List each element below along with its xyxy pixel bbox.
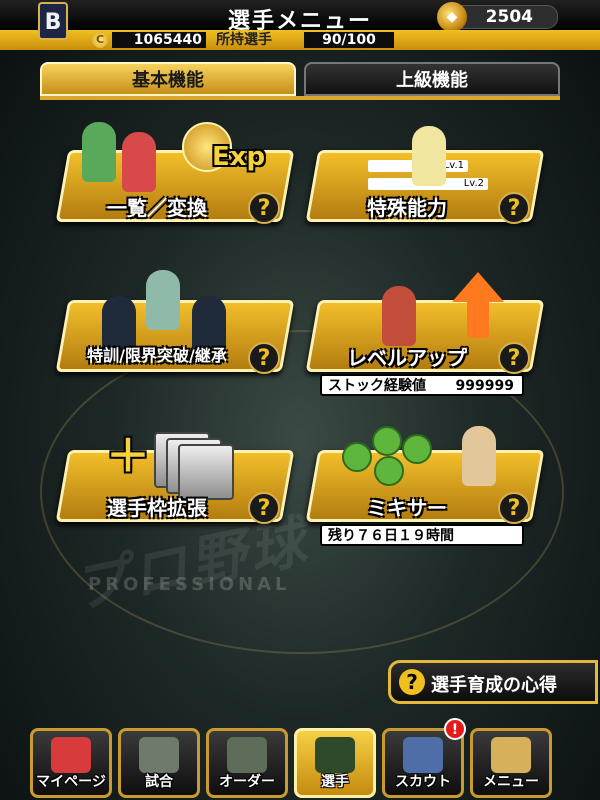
mixer-remaining-time: 残り７６日１９時間 [320, 524, 524, 546]
mixer-ball-icon [342, 442, 372, 472]
nav-label: スカウト [395, 774, 451, 790]
card-label: 特殊能力 [367, 196, 447, 220]
help-button[interactable]: ? [248, 492, 280, 524]
nav-label: 選手 [321, 774, 349, 790]
tab-underline [40, 96, 560, 100]
pitcher-figure [122, 132, 156, 192]
mypage-icon [51, 737, 91, 773]
nav-label: 試合 [145, 774, 173, 790]
nav-label: メニュー [483, 774, 539, 790]
pitcher-figure [412, 126, 446, 186]
training-guide-button[interactable]: ? 選手育成の心得 [388, 660, 598, 704]
nav-game[interactable]: 試合 [118, 728, 200, 798]
top-bar: 選手メニュー ◆ 2504 [0, 0, 600, 34]
guide-label: 選手育成の心得 [431, 675, 557, 696]
up-arrow-stem [467, 302, 489, 338]
player-figure [146, 270, 180, 330]
batter-figure [462, 426, 496, 486]
nav-mypage[interactable]: マイページ [30, 728, 112, 798]
batter-figure [82, 122, 116, 182]
card-label: ミキサー [367, 496, 447, 520]
help-button[interactable]: ? [498, 192, 530, 224]
coin-count: 1065440 [112, 32, 206, 48]
mixer-card[interactable]: ミキサー ? 残り７６日１９時間 [305, 412, 545, 546]
help-button[interactable]: ? [248, 192, 280, 224]
help-button[interactable]: ? [498, 492, 530, 524]
player-icon [315, 737, 355, 773]
nav-players[interactable]: 選手 [294, 728, 376, 798]
plus-icon: ＋ [106, 431, 150, 482]
gem-counter[interactable]: ◆ 2504 [437, 2, 558, 32]
menu-icon [491, 737, 531, 773]
stadium-icon [139, 737, 179, 773]
question-icon: ? [399, 669, 425, 695]
exp-label: Exp [212, 142, 266, 172]
mixer-ball-icon [372, 426, 402, 456]
owned-players-count: 90/100 [304, 32, 394, 48]
nav-label: マイページ [36, 774, 106, 790]
card-label: 特訓/限界突破/継承 [87, 346, 227, 365]
stock-exp-info: ストック経験値 999999 [320, 374, 524, 396]
expand-slots-card[interactable]: ＋ 選手枠拡張 ? [55, 412, 295, 530]
card-label: レベルアップ [347, 346, 467, 370]
player-figure [382, 286, 416, 346]
level-up-card[interactable]: レベルアップ ? ストック経験値 999999 [305, 262, 545, 396]
gem-icon: ◆ [437, 2, 467, 32]
tab-basic-functions[interactable]: 基本機能 [40, 62, 296, 96]
resource-bar: C 1065440 所持選手 90/100 [0, 30, 600, 50]
gem-count: 2504 [485, 7, 533, 27]
help-button[interactable]: ? [248, 342, 280, 374]
nav-order[interactable]: オーダー [206, 728, 288, 798]
special-ability-card[interactable]: Lv.1 Lv.2 特殊能力 ? [305, 112, 545, 230]
owned-players-label: 所持選手 [216, 32, 272, 48]
help-button[interactable]: ? [498, 342, 530, 374]
notification-badge: ! [444, 718, 466, 740]
stock-exp-label: ストック経験値 [328, 378, 426, 394]
card-label: 選手枠拡張 [107, 496, 207, 520]
list-convert-card[interactable]: Exp 一覧／変換 ? [55, 112, 295, 230]
scout-icon [403, 737, 443, 773]
lineup-icon [227, 737, 267, 773]
bottom-nav: マイページ 試合 オーダー 選手 スカウト メニュー [0, 724, 600, 800]
training-card[interactable]: 特訓/限界突破/継承 ? [55, 262, 295, 380]
coin-icon: C [92, 32, 108, 48]
background-watermark-sub: PROFESSIONAL [88, 574, 291, 595]
nav-menu[interactable]: メニュー [470, 728, 552, 798]
nav-label: オーダー [219, 774, 275, 790]
team-logo: B [38, 2, 68, 40]
stock-exp-value: 999999 [455, 378, 514, 394]
mixer-ball-icon [374, 456, 404, 486]
tab-advanced-functions[interactable]: 上級機能 [304, 62, 560, 96]
mixer-ball-icon [402, 434, 432, 464]
up-arrow-icon [452, 272, 504, 302]
card-label: 一覧／変換 [107, 196, 207, 220]
